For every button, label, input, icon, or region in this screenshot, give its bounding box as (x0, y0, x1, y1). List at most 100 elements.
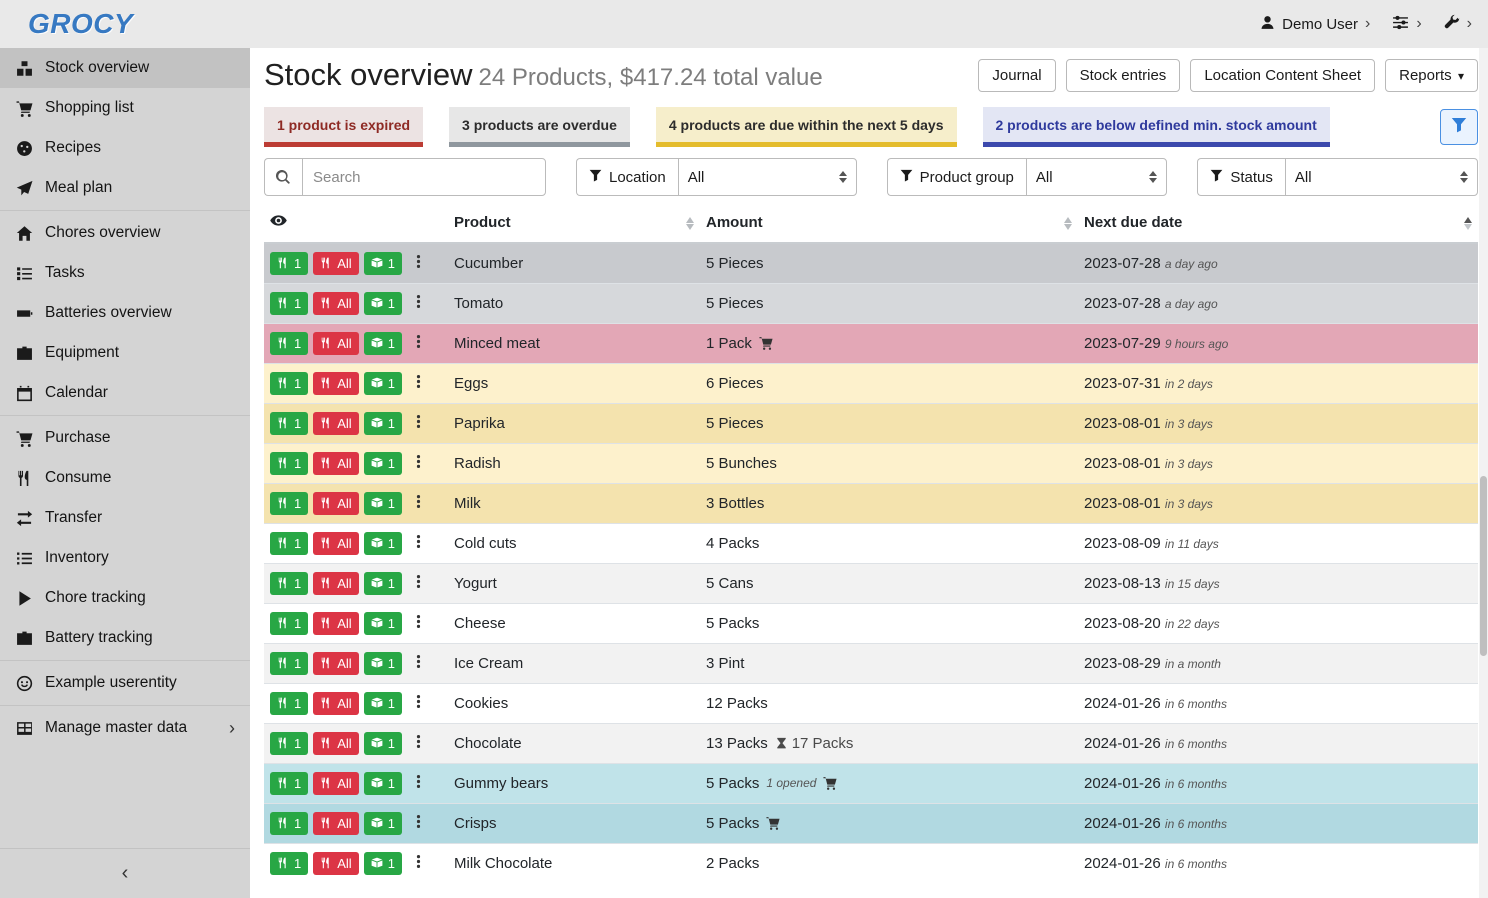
row-menu-button[interactable] (407, 292, 430, 314)
consume-one-button[interactable]: 1 (270, 612, 308, 635)
stock-row-cold-cuts[interactable]: 1All1Cold cuts4 Packs2023-08-09 in 11 da… (264, 523, 1478, 563)
row-menu-button[interactable] (407, 452, 430, 474)
stock-row-crisps[interactable]: 1All1Crisps5 Packs2024-01-26 in 6 months (264, 803, 1478, 843)
row-menu-button[interactable] (407, 652, 430, 674)
consume-all-button[interactable]: All (313, 692, 358, 715)
consume-all-button[interactable]: All (313, 652, 358, 675)
open-one-button[interactable]: 1 (364, 652, 402, 675)
stock-row-yogurt[interactable]: 1All1Yogurt5 Cans2023-08-13 in 15 days (264, 563, 1478, 603)
scrollbar[interactable] (1479, 48, 1488, 898)
open-one-button[interactable]: 1 (364, 812, 402, 835)
column-header-amount[interactable]: Amount (700, 205, 1078, 243)
open-one-button[interactable]: 1 (364, 572, 402, 595)
consume-one-button[interactable]: 1 (270, 692, 308, 715)
sidebar-item-meal-plan[interactable]: Meal plan (0, 168, 250, 208)
sidebar-item-chore-tracking[interactable]: Chore tracking (0, 578, 250, 618)
consume-all-button[interactable]: All (313, 492, 358, 515)
column-header-product[interactable]: Product (448, 205, 700, 243)
row-menu-button[interactable] (407, 332, 430, 354)
sidebar-item-consume[interactable]: Consume (0, 458, 250, 498)
sidebar-item-equipment[interactable]: Equipment (0, 333, 250, 373)
consume-all-button[interactable]: All (313, 572, 358, 595)
consume-one-button[interactable]: 1 (270, 292, 308, 315)
consume-all-button[interactable]: All (313, 612, 358, 635)
stock-row-milk[interactable]: 1All1Milk3 Bottles2023-08-01 in 3 days (264, 483, 1478, 523)
open-one-button[interactable]: 1 (364, 332, 402, 355)
consume-one-button[interactable]: 1 (270, 252, 308, 275)
product-group-filter-select[interactable]: All (1026, 158, 1167, 196)
consume-all-button[interactable]: All (313, 772, 358, 795)
stock-row-eggs[interactable]: 1All1Eggs6 Pieces2023-07-31 in 2 days (264, 363, 1478, 403)
sidebar-item-calendar[interactable]: Calendar (0, 373, 250, 413)
consume-all-button[interactable]: All (313, 852, 358, 875)
consume-one-button[interactable]: 1 (270, 332, 308, 355)
status-filter-select[interactable]: All (1285, 158, 1478, 196)
open-one-button[interactable]: 1 (364, 852, 402, 875)
sidebar-item-example-userentity[interactable]: Example userentity (0, 663, 250, 703)
status-banner-overdue[interactable]: 3 products are overdue (449, 107, 630, 147)
settings-menu[interactable]: › (1392, 14, 1421, 35)
row-menu-button[interactable] (407, 692, 430, 714)
open-one-button[interactable]: 1 (364, 372, 402, 395)
consume-all-button[interactable]: All (313, 252, 358, 275)
stock-row-chocolate[interactable]: 1All1Chocolate13 Packs17 Packs2024-01-26… (264, 723, 1478, 763)
row-menu-button[interactable] (407, 532, 430, 554)
sidebar-item-chores-overview[interactable]: Chores overview (0, 213, 250, 253)
open-one-button[interactable]: 1 (364, 292, 402, 315)
stock-row-milk-chocolate[interactable]: 1All1Milk Chocolate2 Packs2024-01-26 in … (264, 843, 1478, 883)
status-banner-expired[interactable]: 1 product is expired (264, 107, 423, 147)
stock-row-cheese[interactable]: 1All1Cheese5 Packs2023-08-20 in 22 days (264, 603, 1478, 643)
open-one-button[interactable]: 1 (364, 452, 402, 475)
column-header-visibility[interactable] (264, 205, 448, 243)
stock-row-radish[interactable]: 1All1Radish5 Bunches2023-08-01 in 3 days (264, 443, 1478, 483)
consume-one-button[interactable]: 1 (270, 812, 308, 835)
consume-one-button[interactable]: 1 (270, 772, 308, 795)
sidebar-item-purchase[interactable]: Purchase (0, 418, 250, 458)
stock-row-tomato[interactable]: 1All1Tomato5 Pieces2023-07-28 a day ago (264, 283, 1478, 323)
row-menu-button[interactable] (407, 812, 430, 834)
open-one-button[interactable]: 1 (364, 772, 402, 795)
consume-one-button[interactable]: 1 (270, 492, 308, 515)
sidebar-item-inventory[interactable]: Inventory (0, 538, 250, 578)
sidebar-item-transfer[interactable]: Transfer (0, 498, 250, 538)
consume-one-button[interactable]: 1 (270, 852, 308, 875)
sidebar-collapse-button[interactable]: ‹ (0, 848, 250, 898)
scrollbar-thumb[interactable] (1480, 476, 1487, 656)
consume-one-button[interactable]: 1 (270, 412, 308, 435)
consume-all-button[interactable]: All (313, 812, 358, 835)
consume-all-button[interactable]: All (313, 332, 358, 355)
consume-all-button[interactable]: All (313, 452, 358, 475)
status-banner-below-min[interactable]: 2 products are below defined min. stock … (983, 107, 1330, 147)
stock-row-gummy-bears[interactable]: 1All1Gummy bears5 Packs1 opened2024-01-2… (264, 763, 1478, 803)
user-menu[interactable]: Demo User › (1260, 15, 1370, 34)
sidebar-item-manage-master-data[interactable]: Manage master data› (0, 708, 250, 748)
open-one-button[interactable]: 1 (364, 412, 402, 435)
sidebar-item-battery-tracking[interactable]: Battery tracking (0, 618, 250, 658)
column-header-next-due-date[interactable]: Next due date (1078, 205, 1478, 243)
stock-row-minced-meat[interactable]: 1All1Minced meat1 Pack2023-07-29 9 hours… (264, 323, 1478, 363)
row-menu-button[interactable] (407, 612, 430, 634)
open-one-button[interactable]: 1 (364, 732, 402, 755)
consume-one-button[interactable]: 1 (270, 732, 308, 755)
consume-all-button[interactable]: All (313, 732, 358, 755)
open-one-button[interactable]: 1 (364, 692, 402, 715)
open-one-button[interactable]: 1 (364, 492, 402, 515)
row-menu-button[interactable] (407, 852, 430, 874)
open-one-button[interactable]: 1 (364, 532, 402, 555)
table-filter-button[interactable] (1440, 109, 1478, 145)
stock-row-cookies[interactable]: 1All1Cookies12 Packs2024-01-26 in 6 mont… (264, 683, 1478, 723)
sidebar-item-batteries-overview[interactable]: Batteries overview (0, 293, 250, 333)
reports-button[interactable]: Reports ▾ (1385, 59, 1478, 92)
consume-one-button[interactable]: 1 (270, 532, 308, 555)
consume-all-button[interactable]: All (313, 532, 358, 555)
open-one-button[interactable]: 1 (364, 612, 402, 635)
admin-menu[interactable]: › (1444, 14, 1472, 34)
open-one-button[interactable]: 1 (364, 252, 402, 275)
row-menu-button[interactable] (407, 412, 430, 434)
row-menu-button[interactable] (407, 372, 430, 394)
sidebar-item-shopping-list[interactable]: Shopping list (0, 88, 250, 128)
stock-row-paprika[interactable]: 1All1Paprika5 Pieces2023-08-01 in 3 days (264, 403, 1478, 443)
consume-one-button[interactable]: 1 (270, 372, 308, 395)
row-menu-button[interactable] (407, 252, 430, 274)
stock-row-ice-cream[interactable]: 1All1Ice Cream3 Pint2023-08-29 in a mont… (264, 643, 1478, 683)
